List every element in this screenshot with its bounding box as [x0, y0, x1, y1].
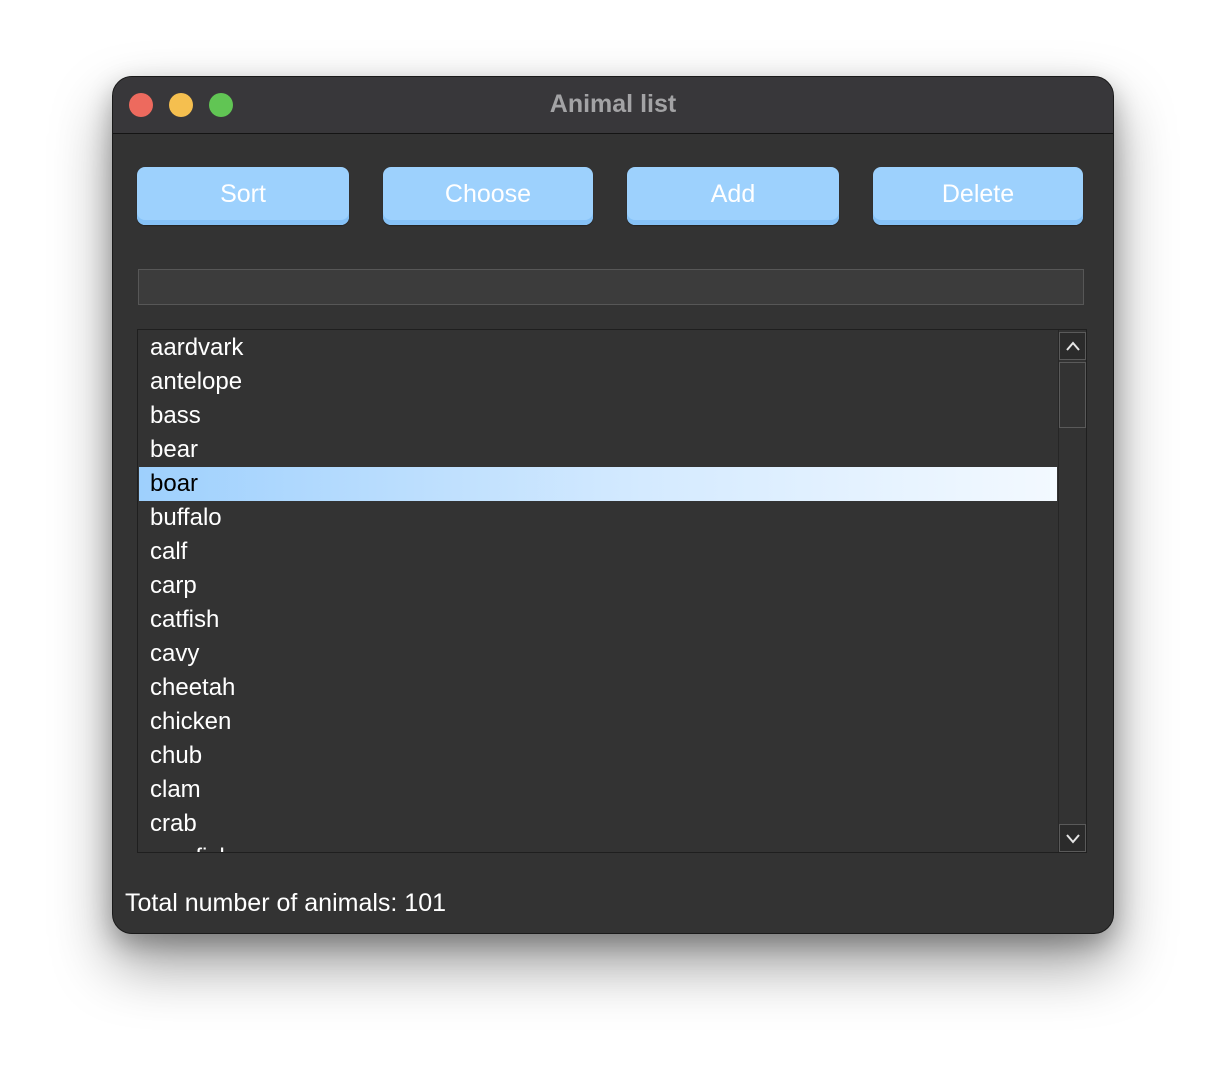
list-item[interactable]: chicken — [139, 705, 1057, 739]
scroll-up-arrow[interactable] — [1059, 332, 1086, 360]
list-item[interactable]: chub — [139, 739, 1057, 773]
choose-button[interactable]: Choose — [383, 167, 593, 225]
title-bar[interactable]: Animal list — [113, 77, 1113, 134]
animal-listbox[interactable]: aardvark antelope bass bear boar buffalo calf c… — [137, 329, 1087, 853]
chevron-down-icon — [1066, 834, 1080, 844]
list-item[interactable]: boar — [139, 467, 1057, 501]
minimize-window-button[interactable] — [169, 93, 193, 117]
list-item[interactable]: bass — [139, 399, 1057, 433]
add-button[interactable]: Add — [627, 167, 839, 225]
list-item[interactable]: crayfish — [139, 841, 1057, 852]
close-window-button[interactable] — [129, 93, 153, 117]
chevron-up-icon — [1066, 341, 1080, 351]
list-item[interactable]: carp — [139, 569, 1057, 603]
list-item[interactable]: buffalo — [139, 501, 1057, 535]
animal-list: aardvark antelope bass bear boar buffalo calf c… — [139, 331, 1057, 852]
list-scrollbar[interactable] — [1058, 330, 1086, 852]
list-item[interactable]: catfish — [139, 603, 1057, 637]
list-item[interactable]: calf — [139, 535, 1057, 569]
list-item[interactable]: bear — [139, 433, 1057, 467]
list-item[interactable]: antelope — [139, 365, 1057, 399]
sort-button[interactable]: Sort — [137, 167, 349, 225]
maximize-window-button[interactable] — [209, 93, 233, 117]
list-item[interactable]: cheetah — [139, 671, 1057, 705]
scroll-thumb[interactable] — [1059, 362, 1086, 428]
scroll-down-arrow[interactable] — [1059, 824, 1086, 852]
window-title: Animal list — [549, 90, 677, 118]
list-item[interactable]: cavy — [139, 637, 1057, 671]
list-item[interactable]: aardvark — [139, 331, 1057, 365]
app-window: Animal list Sort Choose Add Delete aardv… — [112, 76, 1114, 934]
delete-button[interactable]: Delete — [873, 167, 1083, 225]
total-count-label: Total number of animals: 101 — [125, 889, 447, 917]
list-item[interactable]: crab — [139, 807, 1057, 841]
list-item[interactable]: clam — [139, 773, 1057, 807]
animal-entry-field[interactable] — [138, 269, 1084, 305]
